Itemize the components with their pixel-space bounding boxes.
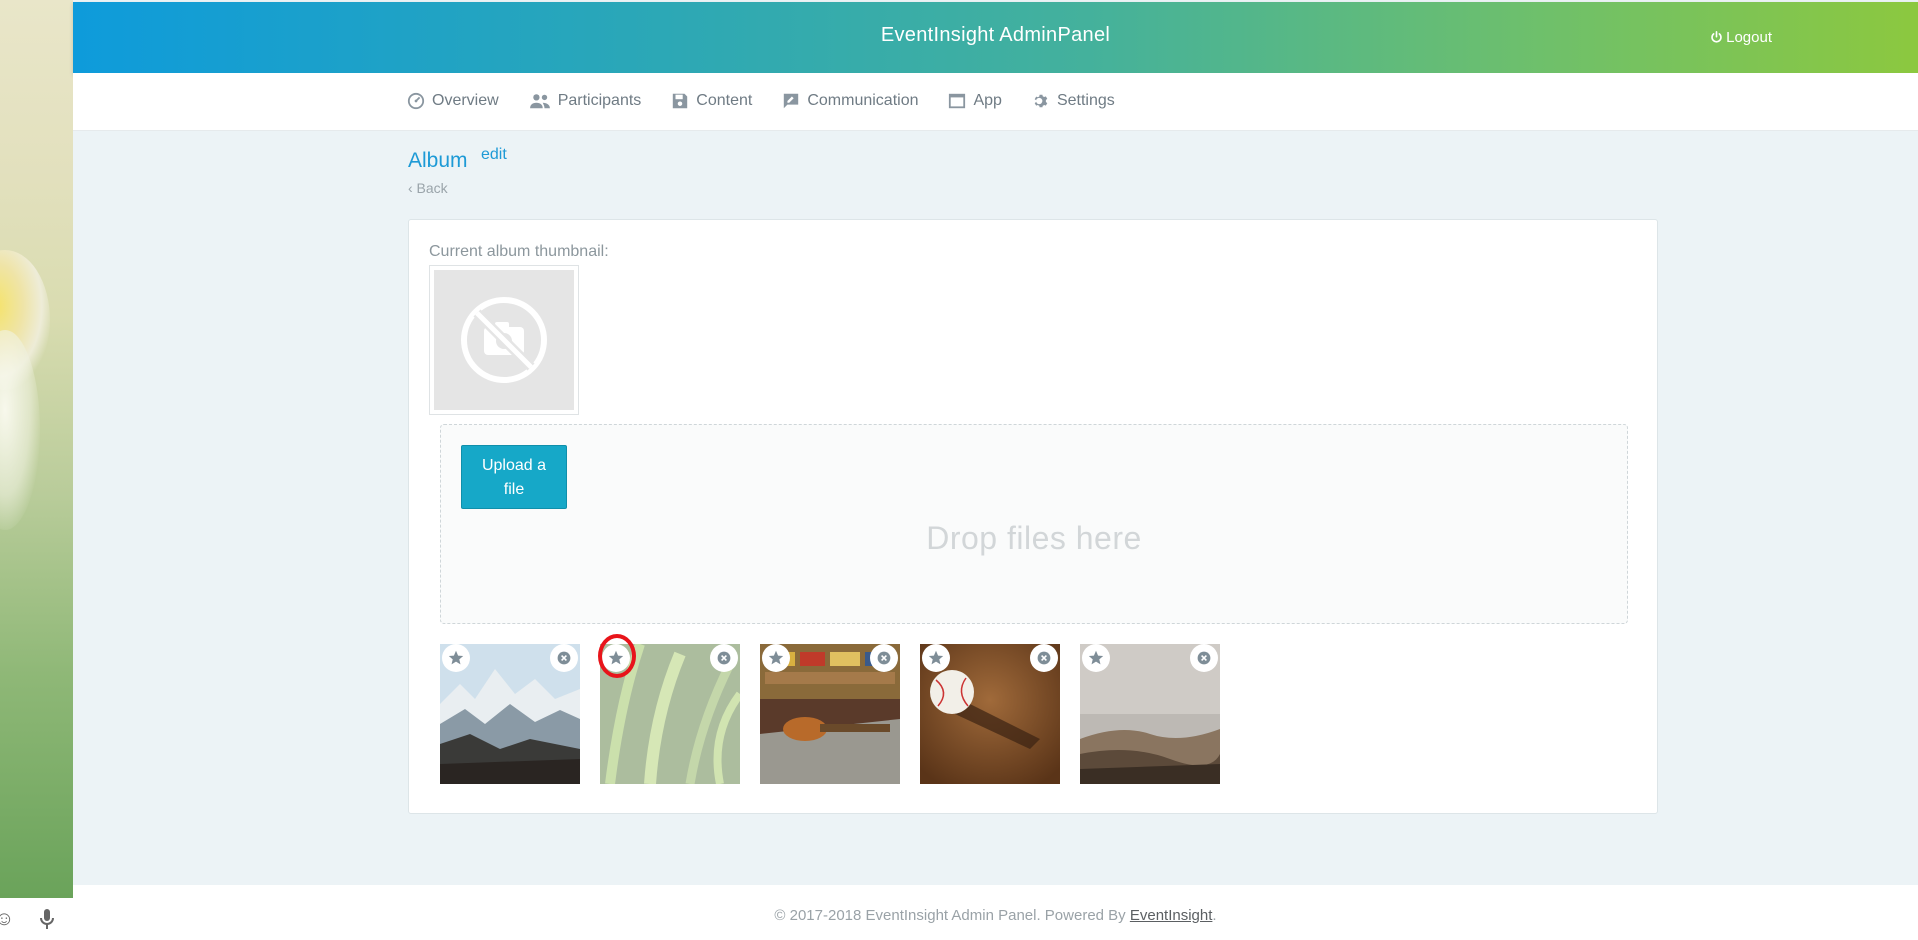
page-title: Album [408, 149, 468, 172]
close-circle-icon [1037, 651, 1051, 665]
footer: © 2017-2018 EventInsight Admin Panel. Po… [73, 885, 1918, 940]
star-icon [448, 650, 464, 665]
close-circle-icon [717, 651, 731, 665]
power-icon [1711, 31, 1722, 43]
top-header: EventInsight AdminPanel Logout [73, 2, 1918, 73]
photo-list [440, 644, 1220, 784]
footer-suffix: . [1212, 907, 1217, 924]
star-icon [608, 650, 624, 665]
photo-snowy-mountains[interactable] [440, 644, 580, 784]
footer-text: © 2017-2018 EventInsight Admin Panel. Po… [73, 907, 1918, 924]
nav-item-content[interactable]: Content [671, 92, 752, 110]
nav-item-settings[interactable]: Settings [1032, 92, 1115, 110]
nav-label: Settings [1056, 92, 1115, 109]
remove-photo-button[interactable] [1190, 644, 1218, 672]
set-thumbnail-button[interactable] [442, 644, 470, 672]
no-photo-icon [461, 297, 547, 383]
nav-item-participants[interactable]: Participants [529, 92, 642, 110]
logout-label: Logout [1726, 29, 1772, 46]
remove-photo-button[interactable] [550, 644, 578, 672]
photo-baseball-on-dirt[interactable] [920, 644, 1060, 784]
set-thumbnail-button[interactable] [922, 644, 950, 672]
window-icon [949, 93, 966, 109]
drop-files-text: Drop files here [926, 520, 1142, 556]
nav-item-overview[interactable]: Overview [407, 92, 499, 110]
album-thumbnail [429, 265, 579, 415]
taskbar-strip: ☺ [0, 898, 73, 940]
app-title: EventInsight AdminPanel [880, 24, 1111, 46]
set-thumbnail-button[interactable] [762, 644, 790, 672]
nav-label: Overview [432, 92, 499, 109]
close-circle-icon [557, 651, 571, 665]
footer-copyright: © 2017-2018 EventInsight Admin Panel. Po… [774, 907, 1130, 924]
remove-photo-button[interactable] [710, 644, 738, 672]
gear-icon [1034, 94, 1048, 108]
nav-label: Content [696, 92, 753, 109]
photo-misty-hills[interactable] [1080, 644, 1220, 784]
save-icon [673, 93, 688, 109]
star-icon [768, 650, 784, 665]
set-thumbnail-button[interactable] [602, 644, 630, 672]
drop-zone[interactable]: Upload a file Drop files here [440, 424, 1628, 624]
nav-label: Communication [807, 92, 919, 109]
album-card: Current album thumbnail: Upload a file D… [408, 219, 1658, 814]
close-circle-icon [1197, 651, 1211, 665]
close-circle-icon [877, 651, 891, 665]
logout-button[interactable]: Logout [1710, 29, 1772, 46]
desktop-background [0, 0, 73, 898]
edit-link[interactable]: edit [481, 146, 507, 164]
back-link[interactable]: ‹ Back [408, 180, 448, 196]
upload-label-line2: file [503, 481, 525, 498]
nav-label: Participants [557, 92, 642, 109]
emoji-icon[interactable]: ☺ [0, 908, 14, 931]
photo-guitar-workshop[interactable] [760, 644, 900, 784]
photo-green-plants[interactable] [600, 644, 740, 784]
dashboard-icon [407, 92, 425, 110]
remove-photo-button[interactable] [1030, 644, 1058, 672]
footer-link[interactable]: EventInsight [1130, 907, 1213, 924]
nav-item-communication[interactable]: Communication [782, 92, 918, 110]
star-icon [928, 650, 944, 665]
microphone-icon[interactable] [38, 908, 56, 936]
nav-label: App [973, 92, 1002, 109]
people-icon [529, 94, 550, 109]
set-thumbnail-button[interactable] [1082, 644, 1110, 672]
star-icon [1088, 650, 1104, 665]
upload-button[interactable]: Upload a file [461, 445, 567, 509]
remove-photo-button[interactable] [870, 644, 898, 672]
main-nav: Overview Participants Content Communicat… [73, 73, 1918, 131]
nav-item-app[interactable]: App [948, 92, 1002, 110]
thumbnail-label: Current album thumbnail: [429, 243, 609, 260]
upload-label-line1: Upload a [481, 457, 547, 474]
chat-icon [784, 93, 799, 109]
